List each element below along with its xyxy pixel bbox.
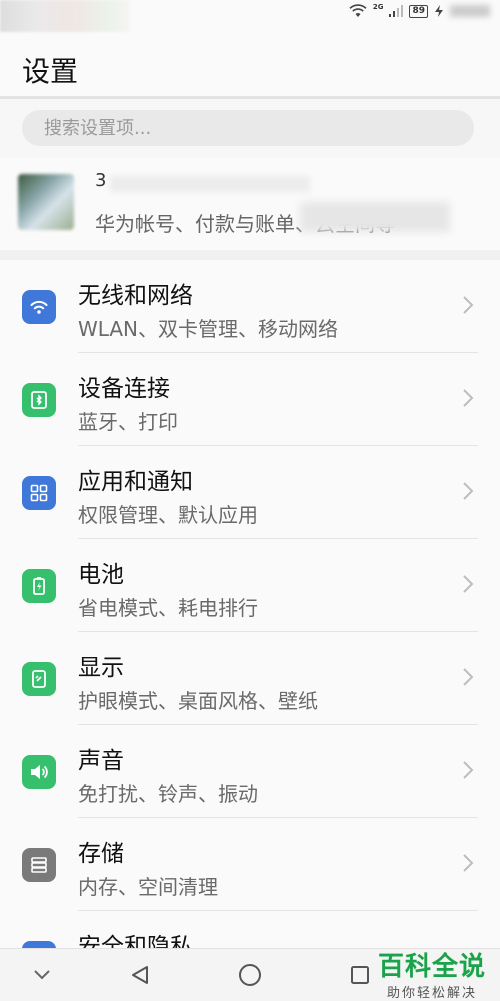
settings-item-wireless[interactable]: 无线和网络 WLAN、双卡管理、移动网络 (0, 260, 500, 353)
settings-item-title: 设备连接 (78, 376, 170, 402)
chevron-right-icon (463, 668, 474, 686)
settings-item-title: 安全和隐私 (78, 934, 193, 950)
watermark-title: 百科全说 (377, 952, 486, 982)
section-gap (0, 250, 500, 260)
recents-square-icon (351, 966, 369, 984)
settings-item-title: 存储 (78, 841, 124, 867)
battery-level: 89 (409, 4, 428, 18)
settings-item-battery[interactable]: 电池 省电模式、耗电排行 (0, 539, 500, 632)
settings-item-subtitle: 权限管理、默认应用 (78, 503, 258, 527)
settings-item-title: 显示 (78, 655, 124, 681)
account-subtitle-redacted (300, 202, 450, 232)
settings-item-subtitle: 护眼模式、桌面风格、壁纸 (78, 689, 318, 713)
search-bar[interactable] (22, 110, 474, 146)
status-bar: 2G 89 (0, 0, 500, 36)
settings-item-subtitle: 省电模式、耗电排行 (78, 596, 258, 620)
home-button[interactable] (236, 961, 264, 989)
settings-item-security-privacy[interactable]: 安全和隐私 (0, 911, 500, 950)
speaker-icon (22, 755, 56, 789)
settings-item-storage[interactable]: 存储 内存、空间清理 (0, 818, 500, 911)
charging-icon (435, 5, 443, 17)
settings-item-title: 声音 (78, 748, 124, 774)
settings-item-subtitle: 蓝牙、打印 (78, 410, 178, 434)
settings-item-title: 无线和网络 (78, 283, 193, 309)
chevron-right-icon (463, 761, 474, 779)
settings-list: 无线和网络 WLAN、双卡管理、移动网络 设备连接 蓝牙、打印 应用和通知 权限… (0, 260, 500, 950)
settings-item-title: 应用和通知 (78, 469, 193, 495)
watermark-subtitle: 助你轻松解决 (386, 986, 477, 1001)
account-row[interactable]: 3 华为帐号、付款与账单、云空间等 (0, 158, 500, 250)
settings-item-subtitle: 内存、空间清理 (78, 875, 218, 899)
header-divider (0, 96, 500, 99)
settings-item-title: 电池 (78, 562, 124, 588)
status-bar-indicators: 2G 89 (349, 3, 490, 18)
apps-grid-icon (22, 476, 56, 510)
chevron-down-icon (34, 970, 50, 980)
back-button[interactable] (126, 961, 154, 989)
settings-item-apps-notifications[interactable]: 应用和通知 权限管理、默认应用 (0, 446, 500, 539)
avatar (18, 174, 74, 230)
watermark-logo: 百科全说 助你轻松解决 (378, 952, 486, 1001)
chevron-right-icon (463, 296, 474, 314)
display-icon (22, 662, 56, 696)
device-connection-icon (22, 383, 56, 417)
signal-strength-icon (389, 5, 404, 17)
battery-icon (22, 569, 56, 603)
settings-item-device-connection[interactable]: 设备连接 蓝牙、打印 (0, 353, 500, 446)
recents-button[interactable] (346, 961, 374, 989)
storage-icon (22, 848, 56, 882)
hide-nav-button[interactable] (28, 961, 56, 989)
settings-item-sound[interactable]: 声音 免打扰、铃声、振动 (0, 725, 500, 818)
app-header: 设置 (0, 36, 500, 98)
account-name: 3 (95, 170, 107, 191)
wifi-icon (22, 290, 56, 324)
chevron-right-icon (463, 854, 474, 872)
network-type-label: 2G (372, 3, 384, 11)
back-triangle-icon (132, 966, 148, 984)
settings-item-subtitle: 免打扰、铃声、振动 (78, 782, 258, 806)
status-bar-notifications-redacted (0, 0, 130, 32)
chevron-right-icon (463, 482, 474, 500)
wifi-status-icon (349, 4, 367, 17)
chevron-right-icon (463, 575, 474, 593)
home-circle-icon (239, 964, 261, 986)
chevron-right-icon (463, 389, 474, 407)
search-input[interactable] (22, 110, 464, 146)
page-title: 设置 (22, 55, 79, 88)
account-name-redacted (110, 176, 310, 192)
settings-item-subtitle: WLAN、双卡管理、移动网络 (78, 317, 339, 341)
clock-redacted (450, 5, 490, 17)
settings-item-display[interactable]: 显示 护眼模式、桌面风格、壁纸 (0, 632, 500, 725)
